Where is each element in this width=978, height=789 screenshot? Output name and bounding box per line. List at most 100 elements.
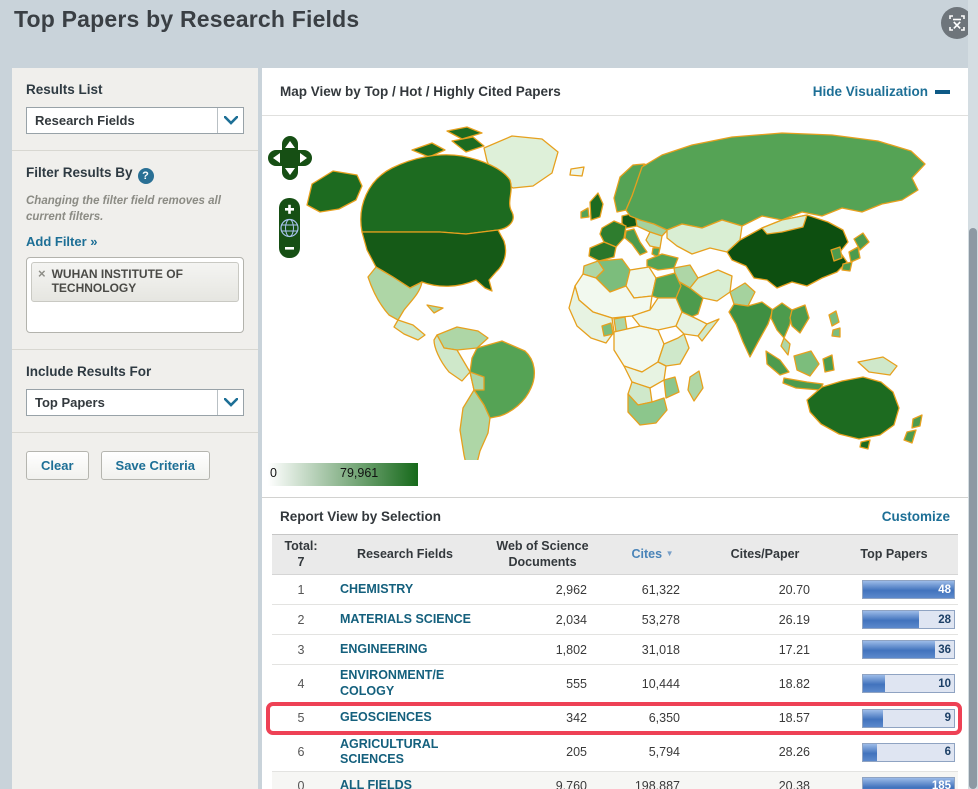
globe-icon	[280, 218, 299, 238]
top-papers-bar-cell: 185	[830, 776, 958, 789]
field-link[interactable]: ENGINEERING	[330, 639, 480, 661]
field-link[interactable]: MATERIALS SCIENCE	[330, 609, 480, 631]
table-row: 1 CHEMISTRY 2,962 61,322 20.70 48	[272, 575, 958, 606]
report-table-body: 1 CHEMISTRY 2,962 61,322 20.70 48 2 MATERIALS S…	[266, 575, 962, 789]
save-criteria-button[interactable]: Save Criteria	[100, 451, 211, 481]
wos-documents-value: 555	[566, 676, 587, 691]
results-list-dropdown[interactable]: Research Fields	[26, 107, 244, 134]
filter-results-section: Filter Results By? Changing the filter f…	[12, 151, 258, 351]
col-wos-documents[interactable]: Web of Science Documents	[480, 535, 605, 574]
cites-value: 53,278	[641, 612, 680, 627]
cites-per-paper-value: 18.57	[778, 711, 810, 725]
row-rank: 0	[297, 779, 305, 789]
wos-documents-value: 2,962	[555, 582, 587, 597]
customize-link[interactable]: Customize	[882, 509, 950, 524]
top-papers-bar[interactable]: 10	[862, 674, 955, 694]
table-row: 5 GEOSCIENCES 342 6,350 18.57 9	[266, 701, 962, 735]
top-papers-bar[interactable]: 9	[862, 708, 955, 728]
bar-fill	[863, 709, 884, 727]
report-title: Report View by Selection	[280, 508, 442, 524]
criteria-buttons-section: Clear Save Criteria	[12, 433, 258, 496]
cites-per-paper-value: 20.70	[778, 582, 810, 597]
top-papers-value: 48	[938, 583, 951, 596]
field-link[interactable]: ALL FIELDS	[330, 775, 480, 789]
chevron-down-icon	[217, 108, 243, 133]
top-papers-value: 10	[938, 677, 951, 690]
table-header-row: Total: 7 Research Fields Web of Science …	[272, 534, 958, 576]
field-link[interactable]: ENVIRONMENT/E COLOGY	[330, 665, 480, 702]
page-scrollbar[interactable]	[968, 0, 978, 789]
cites-value: 31,018	[641, 642, 680, 657]
world-map[interactable]	[262, 120, 962, 474]
row-rank: 5	[297, 711, 305, 725]
top-papers-bar[interactable]: 36	[862, 640, 955, 660]
col-cites-paper[interactable]: Cites/Paper	[700, 543, 830, 567]
col-cites-sorted[interactable]: Cites ▼	[605, 543, 700, 567]
filter-results-heading: Filter Results By	[26, 165, 133, 180]
top-papers-bar[interactable]: 28	[862, 610, 955, 630]
table-row: 2 MATERIALS SCIENCE 2,034 53,278 26.19 28	[272, 605, 958, 636]
field-link[interactable]: CHEMISTRY	[330, 579, 480, 601]
table-row: 3 ENGINEERING 1,802 31,018 17.21 36	[272, 635, 958, 666]
cites-per-paper-value: 28.26	[778, 745, 810, 760]
results-list-section: Results List Research Fields	[12, 68, 258, 151]
row-rank: 6	[297, 745, 305, 760]
report-section: Report View by Selection Customize Total…	[262, 497, 968, 789]
map-pan-control[interactable]	[268, 136, 312, 180]
remove-filter-icon[interactable]: ×	[38, 266, 46, 296]
sort-desc-icon: ▼	[665, 548, 674, 558]
world-map-svg	[268, 126, 926, 474]
top-papers-bar[interactable]: 6	[862, 742, 955, 762]
table-row: 6 AGRICULTURAL SCIENCES 205 5,794 28.26 6	[272, 733, 958, 772]
map-legend: 0 79,961	[268, 463, 418, 486]
bar-fill	[863, 675, 885, 693]
bar-fill	[863, 743, 877, 761]
page-title: Top Papers by Research Fields	[14, 6, 360, 32]
scrollbar-thumb[interactable]	[969, 228, 977, 789]
wos-documents-value: 205	[566, 745, 587, 760]
top-papers-bar-cell: 6	[830, 742, 958, 762]
top-papers-bar-cell: 28	[830, 610, 958, 630]
wos-documents-value: 342	[566, 711, 587, 725]
col-research-fields[interactable]: Research Fields	[330, 543, 480, 567]
row-rank: 2	[297, 612, 305, 627]
top-papers-value: 36	[938, 643, 951, 656]
include-results-heading: Include Results For	[26, 364, 152, 380]
add-filter-link[interactable]: Add Filter »	[26, 234, 98, 249]
filter-tag[interactable]: × WUHAN INSTITUTE OF TECHNOLOGY	[31, 262, 239, 302]
results-list-selected: Research Fields	[35, 113, 135, 128]
top-papers-bar[interactable]: 185	[862, 776, 955, 789]
cites-per-paper-value: 20.38	[778, 779, 810, 789]
top-papers-value: 9	[944, 712, 951, 724]
field-link[interactable]: GEOSCIENCES	[330, 707, 480, 729]
top-papers-bar-cell: 9	[830, 708, 958, 728]
map-zoom-control[interactable]	[279, 198, 300, 258]
col-total: Total: 7	[284, 539, 318, 569]
top-papers-value: 185	[931, 780, 951, 789]
cites-value: 198,887	[634, 779, 680, 789]
clear-button[interactable]: Clear	[26, 451, 89, 481]
active-filters-box: × WUHAN INSTITUTE OF TECHNOLOGY	[26, 257, 244, 334]
cites-per-paper-value: 26.19	[778, 612, 810, 627]
legend-min: 0	[270, 466, 277, 480]
top-papers-bar[interactable]: 48	[862, 580, 955, 600]
results-list-heading: Results List	[26, 82, 103, 97]
row-rank: 4	[297, 676, 305, 691]
row-rank: 3	[297, 642, 305, 657]
legend-max: 79,961	[340, 466, 379, 480]
col-top-papers[interactable]: Top Papers	[830, 543, 958, 567]
field-link[interactable]: AGRICULTURAL SCIENCES	[330, 734, 480, 771]
bar-fill	[863, 641, 935, 659]
cites-value: 61,322	[641, 582, 680, 597]
top-papers-bar-cell: 10	[830, 674, 958, 694]
top-papers-value: 6	[944, 746, 951, 759]
include-results-section: Include Results For Top Papers	[12, 350, 258, 434]
help-icon[interactable]: ?	[137, 168, 154, 184]
top-papers-bar-cell: 36	[830, 640, 958, 660]
cites-value: 6,350	[648, 711, 680, 725]
cites-per-paper-value: 17.21	[778, 642, 810, 657]
table-row: 0 ALL FIELDS 9,760 198,887 20.38 185	[272, 771, 958, 789]
hide-visualization-link[interactable]: Hide Visualization	[813, 84, 950, 99]
include-results-dropdown[interactable]: Top Papers	[26, 389, 244, 417]
chevron-down-icon	[217, 390, 243, 416]
